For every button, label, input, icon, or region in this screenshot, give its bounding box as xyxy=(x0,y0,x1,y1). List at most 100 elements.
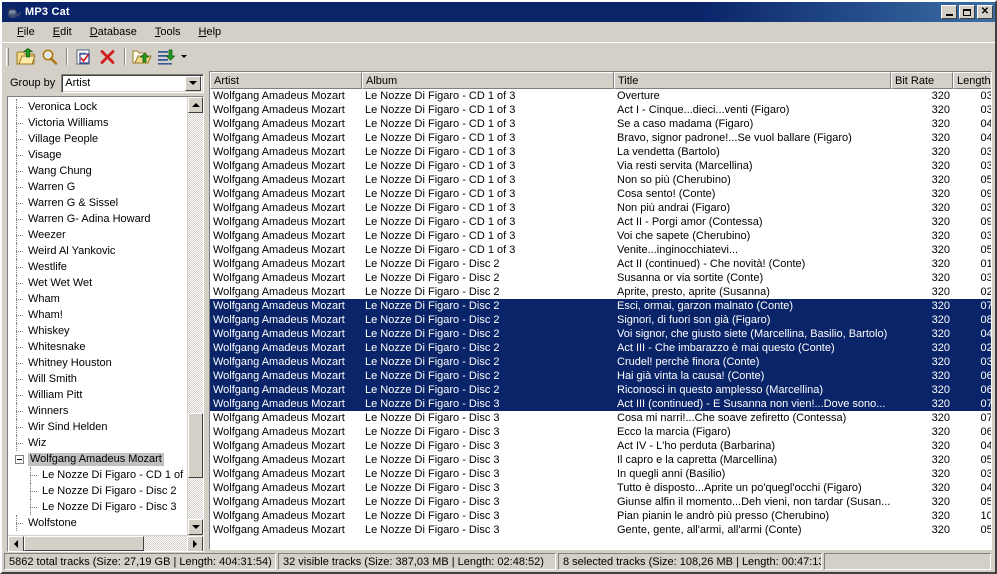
table-row[interactable]: Wolfgang Amadeus MozartLe Nozze Di Figar… xyxy=(210,327,991,341)
cell-length: 06:18 xyxy=(953,426,991,438)
tree-hscroll-track[interactable] xyxy=(24,536,187,551)
tree-collapse-icon[interactable] xyxy=(15,455,24,464)
table-row[interactable]: Wolfgang Amadeus MozartLe Nozze Di Figar… xyxy=(210,89,991,103)
table-row[interactable]: Wolfgang Amadeus MozartLe Nozze Di Figar… xyxy=(210,271,991,285)
column-header-bitrate[interactable]: Bit Rate xyxy=(891,72,953,89)
tree-node[interactable]: Wiz xyxy=(8,435,187,451)
tree-node[interactable]: Wir Sind Helden xyxy=(8,419,187,435)
table-row[interactable]: Wolfgang Amadeus MozartLe Nozze Di Figar… xyxy=(210,495,991,509)
tree-vscroll-track[interactable] xyxy=(188,113,203,519)
table-row[interactable]: Wolfgang Amadeus MozartLe Nozze Di Figar… xyxy=(210,355,991,369)
title-bar[interactable]: MP3 Cat ✕ xyxy=(2,2,995,22)
table-row[interactable]: Wolfgang Amadeus MozartLe Nozze Di Figar… xyxy=(210,145,991,159)
search-icon[interactable] xyxy=(38,45,62,68)
tree-node[interactable]: Weezer xyxy=(8,227,187,243)
toolbar-grip[interactable] xyxy=(6,48,9,66)
table-row[interactable]: Wolfgang Amadeus MozartLe Nozze Di Figar… xyxy=(210,369,991,383)
delete-red-x-icon[interactable] xyxy=(96,45,120,68)
table-row[interactable]: Wolfgang Amadeus MozartLe Nozze Di Figar… xyxy=(210,481,991,495)
table-row[interactable]: Wolfgang Amadeus MozartLe Nozze Di Figar… xyxy=(210,159,991,173)
document-check-icon[interactable] xyxy=(72,45,96,68)
tree-node[interactable]: William Pitt xyxy=(8,387,187,403)
tree-node[interactable]: Wham xyxy=(8,291,187,307)
tree-scroll-right-button[interactable] xyxy=(187,536,203,552)
table-row[interactable]: Wolfgang Amadeus MozartLe Nozze Di Figar… xyxy=(210,509,991,523)
table-row[interactable]: Wolfgang Amadeus MozartLe Nozze Di Figar… xyxy=(210,257,991,271)
table-row[interactable]: Wolfgang Amadeus MozartLe Nozze Di Figar… xyxy=(210,229,991,243)
tree-node[interactable]: Whiskey xyxy=(8,323,187,339)
tree-node[interactable]: Le Nozze Di Figaro - CD 1 of xyxy=(8,467,187,483)
tree-node[interactable]: Village People xyxy=(8,131,187,147)
track-list-body[interactable]: Wolfgang Amadeus MozartLe Nozze Di Figar… xyxy=(210,89,991,549)
tree-scroll-left-button[interactable] xyxy=(8,536,24,552)
table-row[interactable]: Wolfgang Amadeus MozartLe Nozze Di Figar… xyxy=(210,467,991,481)
tree-node[interactable]: Whitney Houston xyxy=(8,355,187,371)
list-export-dropdown-arrow-icon[interactable] xyxy=(178,45,190,68)
open-folder-import-icon[interactable] xyxy=(14,45,38,68)
group-by-select[interactable]: Artist xyxy=(61,74,204,93)
table-row[interactable]: Wolfgang Amadeus MozartLe Nozze Di Figar… xyxy=(210,103,991,117)
tree-node[interactable]: Westlife xyxy=(8,259,187,275)
table-row[interactable]: Wolfgang Amadeus MozartLe Nozze Di Figar… xyxy=(210,313,991,327)
table-row[interactable]: Wolfgang Amadeus MozartLe Nozze Di Figar… xyxy=(210,299,991,313)
menu-database[interactable]: Database xyxy=(81,24,146,40)
tree-node[interactable]: Warren G xyxy=(8,179,187,195)
table-row[interactable]: Wolfgang Amadeus MozartLe Nozze Di Figar… xyxy=(210,439,991,453)
table-row[interactable]: Wolfgang Amadeus MozartLe Nozze Di Figar… xyxy=(210,117,991,131)
table-row[interactable]: Wolfgang Amadeus MozartLe Nozze Di Figar… xyxy=(210,341,991,355)
list-export-icon[interactable] xyxy=(154,45,178,68)
tree-node[interactable]: Visage xyxy=(8,147,187,163)
menu-file[interactable]: File xyxy=(8,24,44,40)
minimize-button[interactable] xyxy=(941,5,957,19)
tree-node[interactable]: Wolfstone xyxy=(8,515,187,531)
tree-node[interactable]: Whitesnake xyxy=(8,339,187,355)
table-row[interactable]: Wolfgang Amadeus MozartLe Nozze Di Figar… xyxy=(210,425,991,439)
table-row[interactable]: Wolfgang Amadeus MozartLe Nozze Di Figar… xyxy=(210,411,991,425)
menu-edit[interactable]: Edit xyxy=(44,24,81,40)
tree-hscroll-thumb[interactable] xyxy=(24,536,144,551)
table-row[interactable]: Wolfgang Amadeus MozartLe Nozze Di Figar… xyxy=(210,285,991,299)
tree-node[interactable]: Wolfgang Amadeus Mozart xyxy=(8,451,187,467)
table-row[interactable]: Wolfgang Amadeus MozartLe Nozze Di Figar… xyxy=(210,173,991,187)
tree-vertical-scrollbar[interactable] xyxy=(187,97,203,535)
tree-node[interactable]: Will Smith xyxy=(8,371,187,387)
tree-node[interactable]: Wet Wet Wet xyxy=(8,275,187,291)
menu-help[interactable]: Help xyxy=(190,24,231,40)
tree-node[interactable]: Veronica Lock xyxy=(8,99,187,115)
artist-tree-list[interactable]: Veronica LockVictoria WilliamsVillage Pe… xyxy=(8,97,187,535)
tree-node[interactable]: Warren G- Adina Howard xyxy=(8,211,187,227)
tree-node[interactable]: Wang Chung xyxy=(8,163,187,179)
table-row[interactable]: Wolfgang Amadeus MozartLe Nozze Di Figar… xyxy=(210,201,991,215)
tree-node[interactable]: Winners xyxy=(8,403,187,419)
chevron-down-icon[interactable] xyxy=(185,76,201,91)
tree-scroll-up-button[interactable] xyxy=(188,97,203,113)
tree-node[interactable]: Le Nozze Di Figaro - Disc 3 xyxy=(8,499,187,515)
table-row[interactable]: Wolfgang Amadeus MozartLe Nozze Di Figar… xyxy=(210,397,991,411)
tree-node-label: Weird Al Yankovic xyxy=(26,245,117,258)
tree-vscroll-thumb[interactable] xyxy=(188,413,203,478)
tree-scroll-down-button[interactable] xyxy=(188,519,203,535)
column-header-title[interactable]: Title xyxy=(614,72,891,89)
table-row[interactable]: Wolfgang Amadeus MozartLe Nozze Di Figar… xyxy=(210,187,991,201)
column-header-album[interactable]: Album xyxy=(362,72,614,89)
table-row[interactable]: Wolfgang Amadeus MozartLe Nozze Di Figar… xyxy=(210,215,991,229)
close-button[interactable]: ✕ xyxy=(977,5,993,19)
tree-node[interactable]: Wham! xyxy=(8,307,187,323)
table-row[interactable]: Wolfgang Amadeus MozartLe Nozze Di Figar… xyxy=(210,523,991,537)
menu-tools[interactable]: Tools xyxy=(146,24,190,40)
table-row[interactable]: Wolfgang Amadeus MozartLe Nozze Di Figar… xyxy=(210,453,991,467)
table-row[interactable]: Wolfgang Amadeus MozartLe Nozze Di Figar… xyxy=(210,131,991,145)
column-header-artist[interactable]: Artist xyxy=(210,72,362,89)
tree-node[interactable]: Victoria Williams xyxy=(8,115,187,131)
tree-node[interactable]: Le Nozze Di Figaro - Disc 2 xyxy=(8,483,187,499)
tree-node-label: Winners xyxy=(26,405,70,418)
cell-title: Pian pianin le andrò più presso (Cherubi… xyxy=(614,510,891,522)
maximize-button[interactable] xyxy=(959,5,975,19)
tree-node[interactable]: Warren G & Sissel xyxy=(8,195,187,211)
column-header-length[interactable]: Length xyxy=(953,72,992,89)
tree-horizontal-scrollbar[interactable] xyxy=(8,535,203,551)
tree-node[interactable]: Weird Al Yankovic xyxy=(8,243,187,259)
table-row[interactable]: Wolfgang Amadeus MozartLe Nozze Di Figar… xyxy=(210,243,991,257)
table-row[interactable]: Wolfgang Amadeus MozartLe Nozze Di Figar… xyxy=(210,383,991,397)
folder-export-icon[interactable] xyxy=(130,45,154,68)
